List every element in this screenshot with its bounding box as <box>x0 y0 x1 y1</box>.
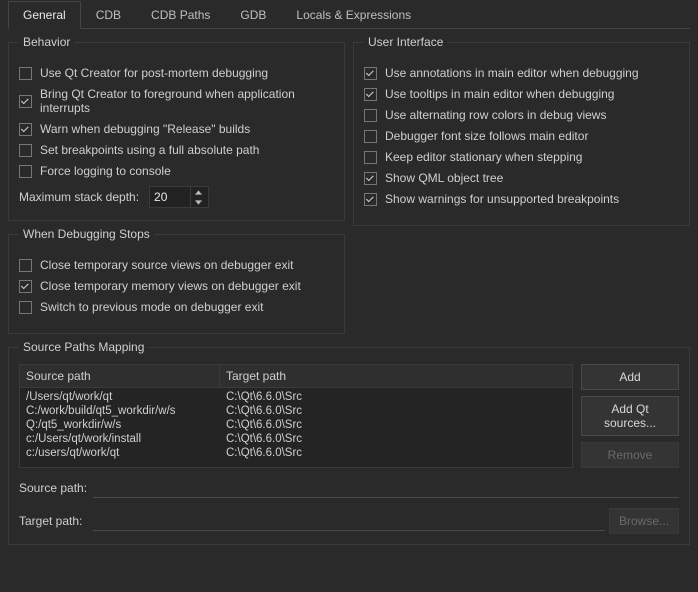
checkbox-label[interactable]: Set breakpoints using a full absolute pa… <box>40 143 259 157</box>
checkbox-label[interactable]: Close temporary source views on debugger… <box>40 258 293 272</box>
option-row: Use Qt Creator for post-mortem debugging <box>19 66 334 80</box>
table-row[interactable]: /Users/qt/work/qtC:\Qt\6.6.0\Src <box>20 390 572 404</box>
source-path-label: Source path: <box>19 481 89 495</box>
checkbox-label[interactable]: Keep editor stationary when stepping <box>385 150 582 164</box>
cell-target-path: C:\Qt\6.6.0\Src <box>220 390 572 404</box>
checkbox-label[interactable]: Force logging to console <box>40 164 171 178</box>
stack-depth-spinbox[interactable] <box>149 186 209 208</box>
option-row: Use tooltips in main editor when debuggi… <box>364 87 679 101</box>
table-row[interactable]: Q:/qt5_workdir/w/sC:\Qt\6.6.0\Src <box>20 418 572 432</box>
checkbox-label[interactable]: Use tooltips in main editor when debuggi… <box>385 87 614 101</box>
add-button[interactable]: Add <box>581 364 679 390</box>
spin-down-icon[interactable] <box>191 197 206 207</box>
checkbox[interactable] <box>364 109 377 122</box>
checkbox-label[interactable]: Use annotations in main editor when debu… <box>385 66 639 80</box>
cell-source-path: C:/work/build/qt5_workdir/w/s <box>20 404 220 418</box>
spin-up-icon[interactable] <box>191 187 206 197</box>
checkbox[interactable] <box>19 165 32 178</box>
remove-button[interactable]: Remove <box>581 442 679 468</box>
checkbox[interactable] <box>19 67 32 80</box>
header-source-path[interactable]: Source path <box>20 365 220 387</box>
checkbox[interactable] <box>19 259 32 272</box>
tab-locals-expressions[interactable]: Locals & Expressions <box>281 1 426 29</box>
checkbox[interactable] <box>19 95 32 108</box>
behavior-group: Behavior Use Qt Creator for post-mortem … <box>8 35 345 221</box>
when-stops-group: When Debugging Stops Close temporary sou… <box>8 227 345 334</box>
checkbox[interactable] <box>19 123 32 136</box>
table-row[interactable]: C:/work/build/qt5_workdir/w/sC:\Qt\6.6.0… <box>20 404 572 418</box>
checkbox-label[interactable]: Use alternating row colors in debug view… <box>385 108 606 122</box>
option-row: Bring Qt Creator to foreground when appl… <box>19 87 334 115</box>
checkbox[interactable] <box>19 280 32 293</box>
table-row[interactable]: c:/users/qt/work/qtC:\Qt\6.6.0\Src <box>20 446 572 460</box>
source-paths-mapping-legend: Source Paths Mapping <box>19 340 148 354</box>
behavior-legend: Behavior <box>19 35 74 49</box>
stack-depth-label: Maximum stack depth: <box>19 190 139 204</box>
option-row: Use alternating row colors in debug view… <box>364 108 679 122</box>
checkbox-label[interactable]: Switch to previous mode on debugger exit <box>40 300 263 314</box>
cell-source-path: c:/Users/qt/work/install <box>20 432 220 446</box>
mapping-table-header: Source path Target path <box>20 365 572 388</box>
option-row: Keep editor stationary when stepping <box>364 150 679 164</box>
tab-cdb[interactable]: CDB <box>81 1 136 29</box>
add-qt-sources-button[interactable]: Add Qt sources... <box>581 396 679 436</box>
stack-depth-input[interactable] <box>150 187 190 207</box>
tab-cdb-paths[interactable]: CDB Paths <box>136 1 225 29</box>
option-row: Switch to previous mode on debugger exit <box>19 300 334 314</box>
tab-general[interactable]: General <box>8 1 81 29</box>
checkbox[interactable] <box>364 130 377 143</box>
option-row: Close temporary source views on debugger… <box>19 258 334 272</box>
cell-source-path: c:/users/qt/work/qt <box>20 446 220 460</box>
user-interface-group: User Interface Use annotations in main e… <box>353 35 690 226</box>
checkbox-label[interactable]: Show warnings for unsupported breakpoint… <box>385 192 619 206</box>
cell-target-path: C:\Qt\6.6.0\Src <box>220 418 572 432</box>
user-interface-legend: User Interface <box>364 35 447 49</box>
option-row: Force logging to console <box>19 164 334 178</box>
checkbox-label[interactable]: Debugger font size follows main editor <box>385 129 588 143</box>
checkbox-label[interactable]: Show QML object tree <box>385 171 503 185</box>
checkbox[interactable] <box>364 151 377 164</box>
option-row: Debugger font size follows main editor <box>364 129 679 143</box>
option-row: Show warnings for unsupported breakpoint… <box>364 192 679 206</box>
cell-target-path: C:\Qt\6.6.0\Src <box>220 404 572 418</box>
target-path-label: Target path: <box>19 514 89 528</box>
checkbox[interactable] <box>364 88 377 101</box>
option-row: Show QML object tree <box>364 171 679 185</box>
checkbox-label[interactable]: Close temporary memory views on debugger… <box>40 279 301 293</box>
option-row: Use annotations in main editor when debu… <box>364 66 679 80</box>
tabs: GeneralCDBCDB PathsGDBLocals & Expressio… <box>8 0 690 29</box>
tab-gdb[interactable]: GDB <box>225 1 281 29</box>
browse-button[interactable]: Browse... <box>609 508 679 534</box>
checkbox-label[interactable]: Use Qt Creator for post-mortem debugging <box>40 66 268 80</box>
checkbox[interactable] <box>19 301 32 314</box>
cell-target-path: C:\Qt\6.6.0\Src <box>220 446 572 460</box>
source-path-input[interactable] <box>93 478 679 498</box>
table-row[interactable]: c:/Users/qt/work/installC:\Qt\6.6.0\Src <box>20 432 572 446</box>
target-path-input[interactable] <box>93 511 605 531</box>
header-target-path[interactable]: Target path <box>220 365 572 387</box>
checkbox[interactable] <box>364 172 377 185</box>
option-row: Warn when debugging "Release" builds <box>19 122 334 136</box>
checkbox[interactable] <box>19 144 32 157</box>
cell-target-path: C:\Qt\6.6.0\Src <box>220 432 572 446</box>
checkbox-label[interactable]: Warn when debugging "Release" builds <box>40 122 250 136</box>
checkbox-label[interactable]: Bring Qt Creator to foreground when appl… <box>40 87 334 115</box>
mapping-table[interactable]: Source path Target path /Users/qt/work/q… <box>19 364 573 468</box>
source-paths-mapping-group: Source Paths Mapping Source path Target … <box>8 340 690 545</box>
option-row: Set breakpoints using a full absolute pa… <box>19 143 334 157</box>
option-row: Close temporary memory views on debugger… <box>19 279 334 293</box>
checkbox[interactable] <box>364 67 377 80</box>
cell-source-path: /Users/qt/work/qt <box>20 390 220 404</box>
cell-source-path: Q:/qt5_workdir/w/s <box>20 418 220 432</box>
when-stops-legend: When Debugging Stops <box>19 227 154 241</box>
checkbox[interactable] <box>364 193 377 206</box>
